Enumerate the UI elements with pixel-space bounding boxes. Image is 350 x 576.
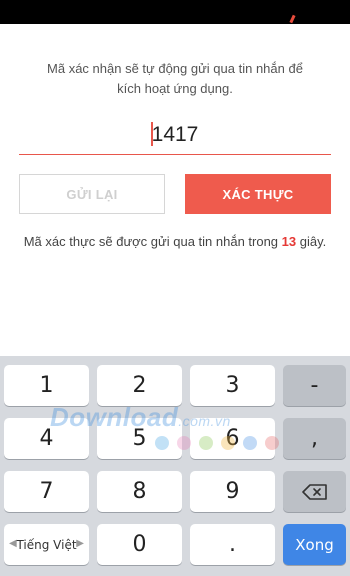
watermark-logo: Download.com.vn (50, 402, 231, 433)
dot-blue (155, 436, 169, 450)
key-period[interactable]: . (190, 524, 275, 565)
countdown-message: Mã xác thực sẽ được gửi qua tin nhắn tro… (0, 234, 350, 249)
verification-code-input[interactable] (19, 120, 331, 150)
key-3[interactable]: 3 (190, 365, 275, 406)
language-label: Tiếng Việt (16, 537, 77, 552)
watermark-brand: Download (50, 402, 179, 432)
instructions-line-1: Mã xác nhận sẽ tự động gửi qua tin nhắn … (47, 61, 303, 76)
countdown-prefix: Mã xác thực sẽ được gửi qua tin nhắn tro… (23, 234, 279, 249)
countdown-suffix: giây. (299, 234, 327, 249)
dot-pink (177, 436, 191, 450)
instructions-line-2: kích hoạt ứng dụng. (117, 81, 233, 96)
numeric-keyboard: 1 2 3 - 4 5 6 , 7 8 9 ◀ Tiếng Việt ▶ 0 .… (0, 356, 350, 576)
key-8[interactable]: 8 (97, 471, 182, 512)
key-7[interactable]: 7 (4, 471, 89, 512)
verification-code-field[interactable] (19, 118, 331, 155)
backspace-icon (301, 483, 327, 500)
language-switch-key[interactable]: ◀ Tiếng Việt ▶ (4, 524, 89, 565)
resend-button[interactable]: GỬI LẠI (19, 174, 165, 214)
verification-instructions: Mã xác nhận sẽ tự động gửi qua tin nhắn … (30, 59, 320, 99)
key-9[interactable]: 9 (190, 471, 275, 512)
dot-green (199, 436, 213, 450)
dot-red (265, 436, 279, 450)
key-1[interactable]: 1 (4, 365, 89, 406)
key-minus[interactable]: - (283, 365, 346, 406)
arrow-left-icon: ◀ (9, 538, 17, 549)
key-comma[interactable]: , (283, 418, 346, 459)
key-2[interactable]: 2 (97, 365, 182, 406)
watermark-dots (155, 436, 279, 450)
status-indicator (289, 14, 296, 24)
arrow-right-icon: ▶ (76, 538, 84, 549)
verify-button[interactable]: XÁC THỰC (185, 174, 331, 214)
text-caret (151, 122, 153, 146)
watermark-domain: .com.vn (178, 413, 231, 429)
countdown-seconds: 13 (281, 234, 297, 249)
key-0[interactable]: 0 (97, 524, 182, 565)
dot-blue-2 (243, 436, 257, 450)
backspace-key[interactable] (283, 471, 346, 512)
done-key[interactable]: Xong (283, 524, 346, 565)
status-bar (0, 0, 350, 24)
dot-orange (221, 436, 235, 450)
